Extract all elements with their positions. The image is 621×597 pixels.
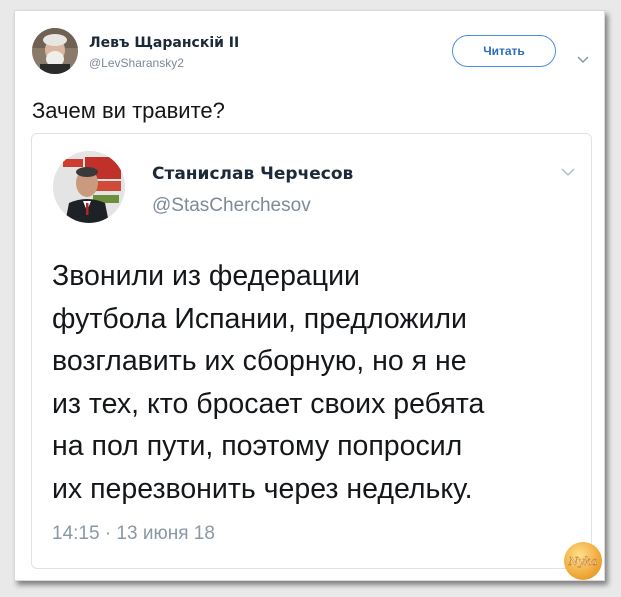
follow-button[interactable]: Читать bbox=[452, 35, 556, 67]
quoted-author-handle[interactable]: @StasCherchesov bbox=[152, 195, 311, 217]
svg-text:Nyka: Nyka bbox=[567, 555, 597, 568]
avatar-icon bbox=[32, 28, 78, 74]
avatar-icon bbox=[53, 151, 125, 223]
tweet-text: Зачем ви травите? bbox=[32, 98, 225, 123]
tweet-card: Левъ Щаранскiй II @LevSharansky2 Читать … bbox=[14, 10, 605, 581]
author-avatar[interactable] bbox=[32, 28, 78, 74]
author-handle[interactable]: @LevSharansky2 bbox=[89, 56, 184, 70]
watermark-icon: Nyka bbox=[567, 555, 597, 568]
quoted-text-line: их перезвонить через недельку. bbox=[52, 472, 473, 505]
quoted-text-line: Звонили из федерации bbox=[52, 260, 360, 292]
quoted-text-line: футбола Испании, предложили bbox=[52, 302, 467, 335]
quoted-author-name[interactable]: Станислав Черчесов bbox=[152, 164, 353, 184]
quoted-text-line: из тех, кто бросает своих ребята bbox=[52, 387, 485, 420]
quoted-author-avatar[interactable] bbox=[53, 151, 125, 223]
quoted-text-line: возглавить их сборную, но я не bbox=[52, 345, 467, 377]
quoted-tweet-text: Звонили из федерации футбола Испании, пр… bbox=[52, 255, 572, 510]
author-name[interactable]: Левъ Щаранскiй II bbox=[89, 35, 239, 51]
chevron-down-icon[interactable] bbox=[561, 164, 575, 182]
watermark-logo: Nyka bbox=[564, 542, 602, 580]
quoted-text-line: на пол пути, поэтому попросил bbox=[52, 430, 463, 462]
quoted-timestamp[interactable]: 14:15 · 13 июня 18 bbox=[52, 523, 215, 545]
chevron-down-icon[interactable] bbox=[577, 51, 589, 69]
